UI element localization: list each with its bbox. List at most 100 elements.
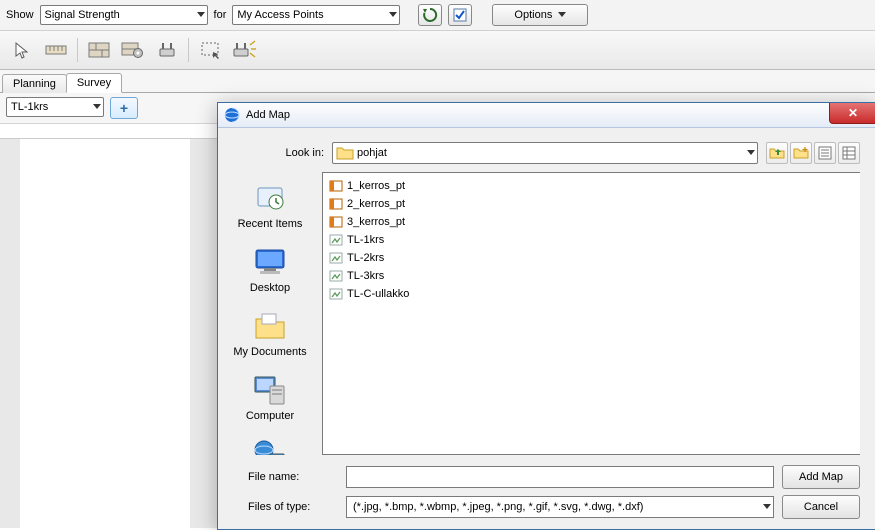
wall-gear-icon [122,42,144,58]
places-bar: Recent Items Desktop My Documents Comput… [218,172,322,455]
place-documents[interactable]: My Documents [218,310,322,358]
auto-plan-tool[interactable] [228,35,260,65]
chevron-down-icon [558,12,566,18]
place-recent[interactable]: Recent Items [218,182,322,230]
lookin-combo[interactable]: pohjat [332,142,758,164]
lookin-label: Look in: [234,147,324,159]
show-label: Show [6,9,34,21]
tab-survey[interactable]: Survey [66,73,122,93]
file-item[interactable]: TL-2krs [327,249,856,267]
wall-tool[interactable] [83,35,115,65]
image-file-icon [329,269,343,283]
place-label: My Documents [233,346,306,358]
area-select-tool[interactable] [194,35,226,65]
pointer-icon [13,41,31,59]
file-item[interactable]: 3_kerros_pt [327,213,856,231]
documents-icon [252,310,288,342]
file-item[interactable]: 1_kerros_pt [327,177,856,195]
file-list[interactable]: 1_kerros_pt 2_kerros_pt 3_kerros_pt TL-1krs… [322,172,860,455]
filetype-combo[interactable]: (*.jpg, *.bmp, *.wbmp, *.jpeg, *.png, *.… [346,496,774,518]
recent-icon [252,182,288,214]
file-item[interactable]: TL-3krs [327,267,856,285]
auto-ap-icon [232,41,256,59]
filename-label: File name: [234,471,338,483]
marquee-icon [201,42,219,58]
chevron-down-icon [197,12,205,18]
file-item[interactable]: TL-C-ullakko [327,285,856,303]
desktop-icon [252,246,288,278]
filetype-label: Files of type: [234,501,338,513]
network-icon [252,438,288,455]
chevron-down-icon [747,150,755,156]
close-button[interactable]: ✕ [829,103,875,124]
tab-planning[interactable]: Planning [2,74,67,93]
up-folder-button[interactable] [766,142,788,164]
place-label: Desktop [250,282,290,294]
computer-icon [252,374,288,406]
titlebar: Add Map ✕ [218,103,875,128]
dialog-bottom: File name: Add Map Files of type: (*.jpg… [218,455,875,529]
file-item[interactable]: TL-1krs [327,231,856,249]
app-icon [224,107,240,123]
place-network[interactable]: Network [218,438,322,455]
place-desktop[interactable]: Desktop [218,246,322,294]
ap-icon [157,42,177,58]
options-button[interactable]: Options [492,4,588,26]
dwg-file-icon [329,197,343,211]
pointer-tool[interactable] [6,35,38,65]
file-name: TL-3krs [347,270,384,282]
file-name: TL-1krs [347,234,384,246]
add-map-dialog: Add Map ✕ Look in: pohjat Recent Items [217,102,875,530]
ruler-icon [46,43,66,57]
dwg-file-icon [329,179,343,193]
cancel-button[interactable]: Cancel [782,495,860,519]
image-file-icon [329,233,343,247]
image-file-icon [329,287,343,301]
check-icon [454,9,466,21]
separator [188,38,189,62]
for-label: for [214,9,227,21]
separator [77,38,78,62]
canvas[interactable] [20,139,190,528]
chevron-down-icon [763,504,771,510]
list-view-button[interactable] [814,142,836,164]
new-folder-icon [794,147,808,159]
dialog-title: Add Map [246,109,290,121]
refresh-button[interactable] [418,4,442,26]
filename-input[interactable] [346,466,774,488]
details-icon [843,147,855,159]
place-label: Computer [246,410,294,422]
new-folder-button[interactable] [790,142,812,164]
file-name: TL-2krs [347,252,384,264]
list-icon [819,147,831,159]
toolbar [0,31,875,70]
place-computer[interactable]: Computer [218,374,322,422]
refresh-icon [423,8,437,22]
options-label: Options [514,9,552,21]
file-name: 1_kerros_pt [347,180,405,192]
add-map-button[interactable]: + [110,97,138,119]
for-combo-value: My Access Points [237,9,323,21]
ap-tool[interactable] [151,35,183,65]
wall-icon [89,43,109,57]
details-view-button[interactable] [838,142,860,164]
file-item[interactable]: 2_kerros_pt [327,195,856,213]
add-map-confirm-button[interactable]: Add Map [782,465,860,489]
show-combo-value: Signal Strength [45,9,120,21]
folder-icon [337,146,353,160]
map-combo[interactable]: TL-1krs [6,97,104,117]
chevron-down-icon [389,12,397,18]
close-icon: ✕ [848,106,858,120]
show-combo[interactable]: Signal Strength [40,5,208,25]
ruler-tool[interactable] [40,35,72,65]
tabs: Planning Survey [0,70,875,93]
for-combo[interactable]: My Access Points [232,5,400,25]
wall-config-tool[interactable] [117,35,149,65]
toggle-check-button[interactable] [448,4,472,26]
file-name: 2_kerros_pt [347,198,405,210]
dwg-file-icon [329,215,343,229]
image-file-icon [329,251,343,265]
map-combo-value: TL-1krs [11,101,48,113]
show-bar: Show Signal Strength for My Access Point… [0,0,875,31]
place-label: Recent Items [238,218,303,230]
